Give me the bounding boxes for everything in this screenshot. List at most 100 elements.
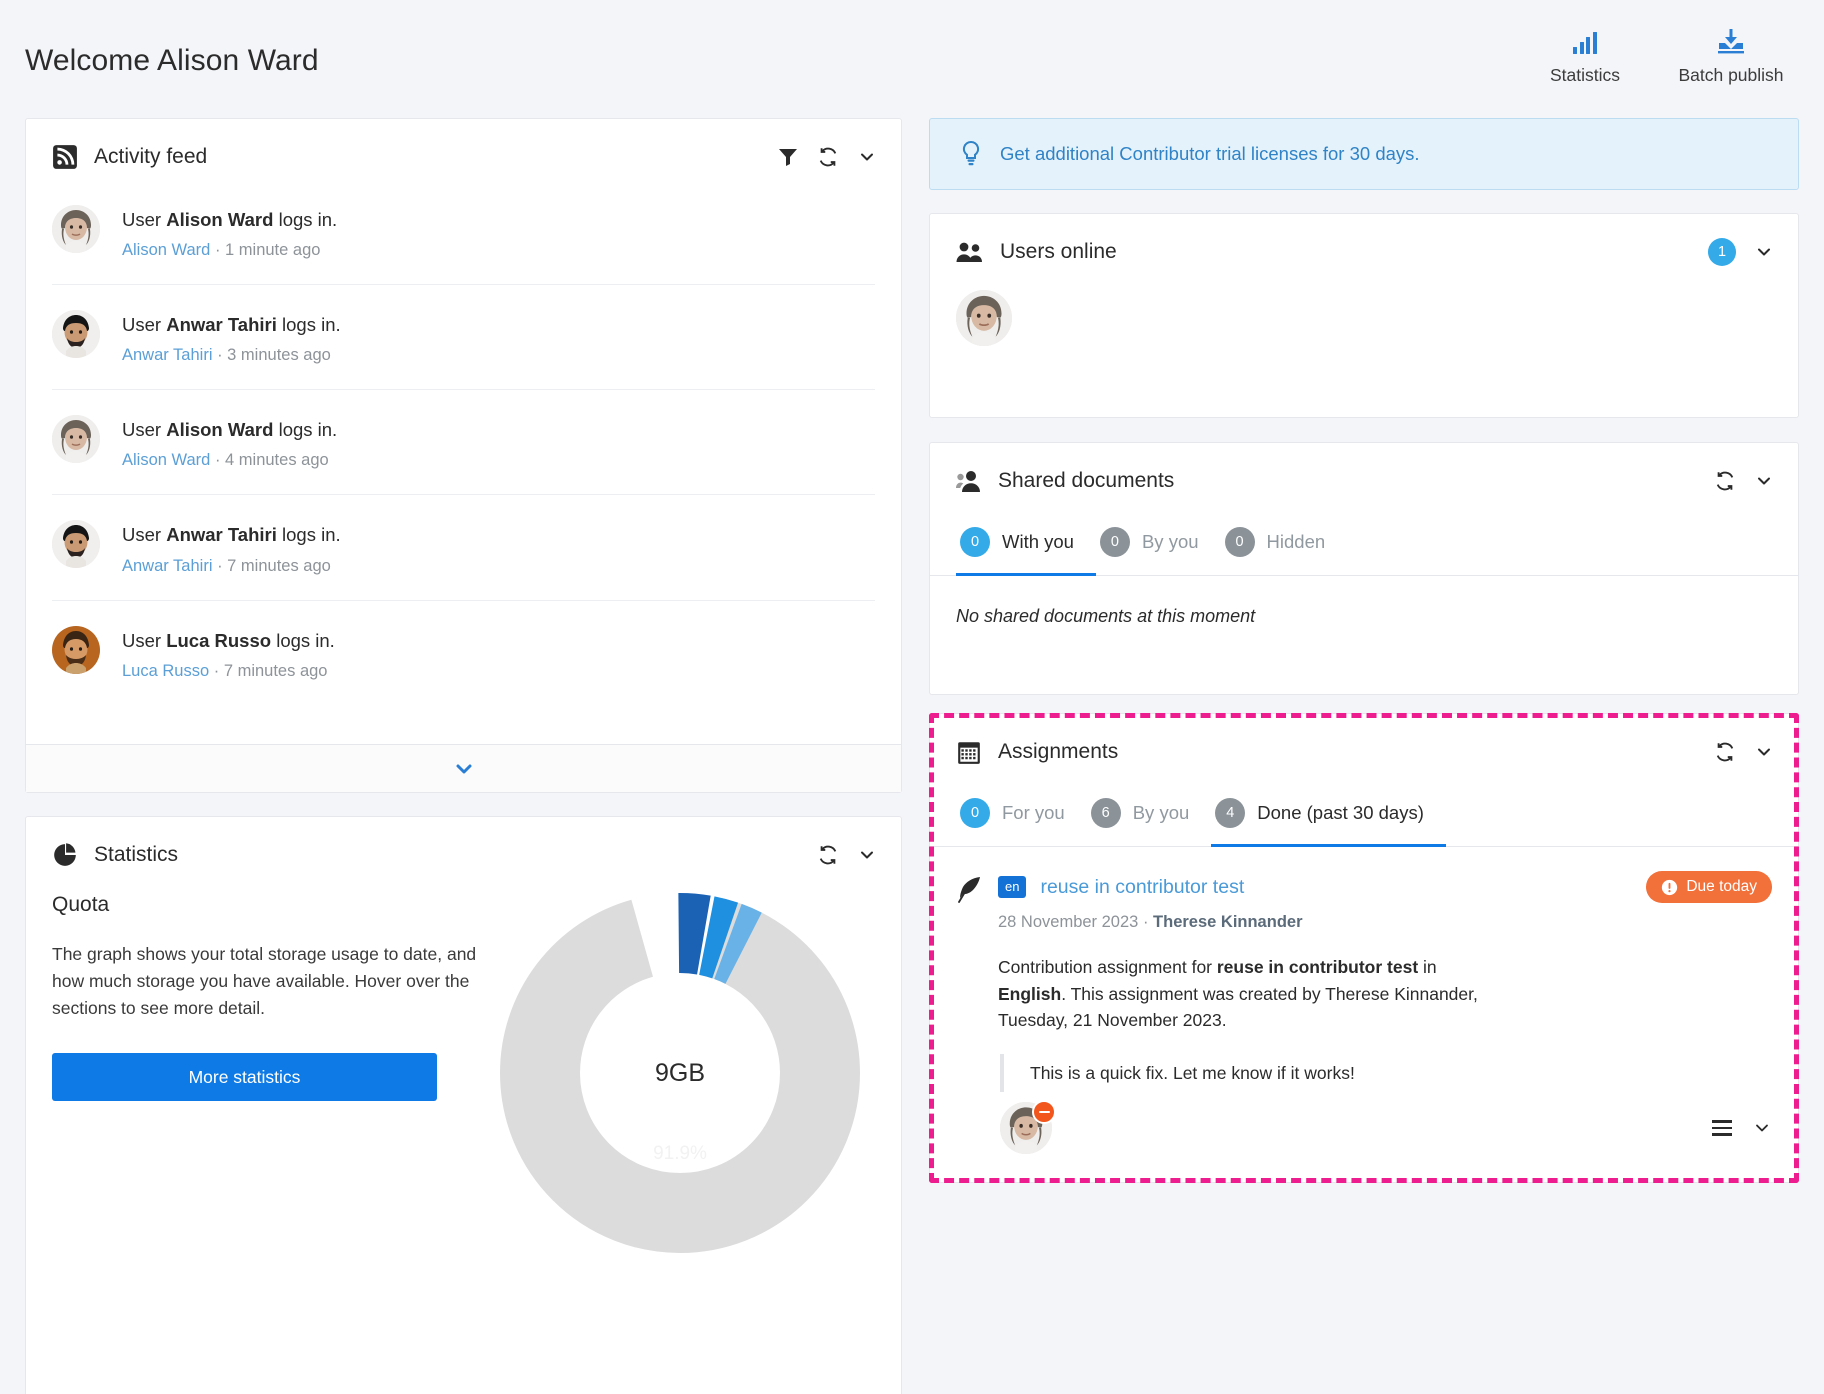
meta-separator: · [217,346,223,364]
tab-label: Done (past 30 days) [1257,802,1424,824]
activity-author-link[interactable]: Anwar Tahiri [122,346,212,364]
pie-chart-icon [52,842,78,868]
avatar [52,205,100,253]
tab-for-you[interactable]: 0 For you [956,792,1087,847]
chevron-down-icon[interactable] [1754,742,1774,762]
refresh-icon[interactable] [817,844,839,866]
chevron-down-icon[interactable] [857,845,877,865]
filter-icon[interactable] [777,146,799,168]
activity-user: Alison Ward [166,419,273,440]
lightbulb-icon [960,141,982,167]
assignment-meta: 28 November 2023 · Therese Kinnander [998,913,1772,932]
trial-license-banner[interactable]: Get additional Contributor trial license… [929,118,1799,190]
meta-separator: · [1143,913,1149,931]
activity-prefix: User [122,209,166,230]
refresh-icon[interactable] [817,146,839,168]
quota-description: The graph shows your total storage usage… [52,941,482,1021]
activity-time: 4 minutes ago [225,451,329,469]
activity-prefix: User [122,524,166,545]
assignment-footer [998,1102,1772,1154]
tab-by-you[interactable]: 6 By you [1087,792,1212,847]
assignments-header: Assignments [930,714,1798,790]
list-item-body: User Alison Ward logs in. Alison Ward · … [122,415,337,470]
tab-count-badge: 0 [960,798,990,828]
activity-meta: Anwar Tahiri · 7 minutes ago [122,557,341,576]
assignment-footer-tools [1712,1118,1772,1138]
tab-done-past-30-days[interactable]: 4 Done (past 30 days) [1211,792,1446,847]
bar-chart-icon [1573,24,1597,54]
activity-time: 3 minutes ago [227,346,331,364]
list-item: User Alison Ward logs in. Alison Ward · … [52,389,875,494]
activity-user: Alison Ward [166,209,273,230]
tab-hidden[interactable]: 0 Hidden [1221,521,1348,576]
activity-suffix: logs in. [273,209,337,230]
activity-feed-expand-button[interactable] [26,744,901,792]
activity-text: User Alison Ward logs in. [122,418,337,441]
header-actions: Statistics Batch publish [1520,24,1796,86]
tab-count-badge: 6 [1091,798,1121,828]
assignment-title-link[interactable]: reuse in contributor test [1040,876,1244,899]
activity-author-link[interactable]: Anwar Tahiri [122,557,212,575]
users-online-list [930,290,1798,346]
batch-publish-action-label: Batch publish [1678,65,1783,86]
denied-icon [1032,1100,1056,1124]
batch-publish-action-button[interactable]: Batch publish [1666,24,1796,86]
activity-time: 7 minutes ago [224,662,328,680]
chevron-down-icon [452,757,476,781]
tab-count-badge: 0 [1100,527,1130,557]
list-item-body: User Luca Russo logs in. Luca Russo · 7 … [122,626,335,681]
activity-user: Anwar Tahiri [166,524,277,545]
tab-label: Hidden [1267,531,1326,553]
activity-feed-list: User Alison Ward logs in. Alison Ward · … [26,195,901,705]
description-post: . This assignment was created by Therese… [998,984,1478,1031]
activity-author-link[interactable]: Luca Russo [122,662,209,680]
shared-documents-empty-message: No shared documents at this moment [930,576,1798,657]
activity-suffix: logs in. [271,630,335,651]
description-pre: Contribution assignment for [998,957,1217,977]
assignment-date: 28 November 2023 [998,913,1138,931]
activity-meta: Alison Ward · 1 minute ago [122,241,337,260]
tab-by-you[interactable]: 0 By you [1096,521,1221,576]
avatar[interactable] [1000,1102,1052,1154]
activity-author-link[interactable]: Alison Ward [122,451,210,469]
activity-text: User Alison Ward logs in. [122,208,337,231]
more-statistics-button[interactable]: More statistics [52,1053,437,1101]
chevron-down-icon[interactable] [1754,471,1774,491]
quota-donut-chart: 9GB 91.9% [500,893,860,1253]
avatar [52,415,100,463]
chevron-down-icon[interactable] [857,147,877,167]
trial-banner-text: Get additional Contributor trial license… [1000,143,1420,165]
status-badge[interactable]: Due today [1646,871,1772,903]
activity-suffix: logs in. [277,524,341,545]
assignment-content: en reuse in contributor test Due today [998,871,1772,1154]
activity-author-link[interactable]: Alison Ward [122,241,210,259]
tab-label: By you [1133,802,1190,824]
avatar[interactable] [956,290,1012,346]
description-mid: in [1418,957,1436,977]
assignments-panel: Assignments 0 For you [929,713,1799,1183]
tab-count-badge: 4 [1215,798,1245,828]
chevron-down-icon[interactable] [1754,242,1774,262]
meta-separator: · [217,557,223,575]
activity-prefix: User [122,419,166,440]
assignments-tools [1714,741,1774,763]
list-item: User Alison Ward logs in. Alison Ward · … [52,195,875,284]
quota-section: Quota The graph shows your total storage… [26,893,901,1253]
calendar-icon [956,739,982,765]
statistics-action-button[interactable]: Statistics [1520,24,1650,86]
quill-icon [956,871,982,903]
chevron-down-icon[interactable] [1752,1118,1772,1138]
tab-label: For you [1002,802,1065,824]
menu-icon[interactable] [1712,1120,1732,1136]
activity-meta: Alison Ward · 4 minutes ago [122,451,337,470]
statistics-title: Statistics [94,843,178,867]
activity-feed-header: Activity feed [26,119,901,195]
activity-prefix: User [122,630,166,651]
refresh-icon[interactable] [1714,741,1736,763]
list-item: User Anwar Tahiri logs in. Anwar Tahiri … [52,284,875,389]
users-online-tools: 1 [1708,238,1774,266]
refresh-icon[interactable] [1714,470,1736,492]
assignment-title-line: en reuse in contributor test Due today [998,871,1772,903]
tab-with-you[interactable]: 0 With you [956,521,1096,576]
shared-documents-title: Shared documents [998,469,1174,493]
